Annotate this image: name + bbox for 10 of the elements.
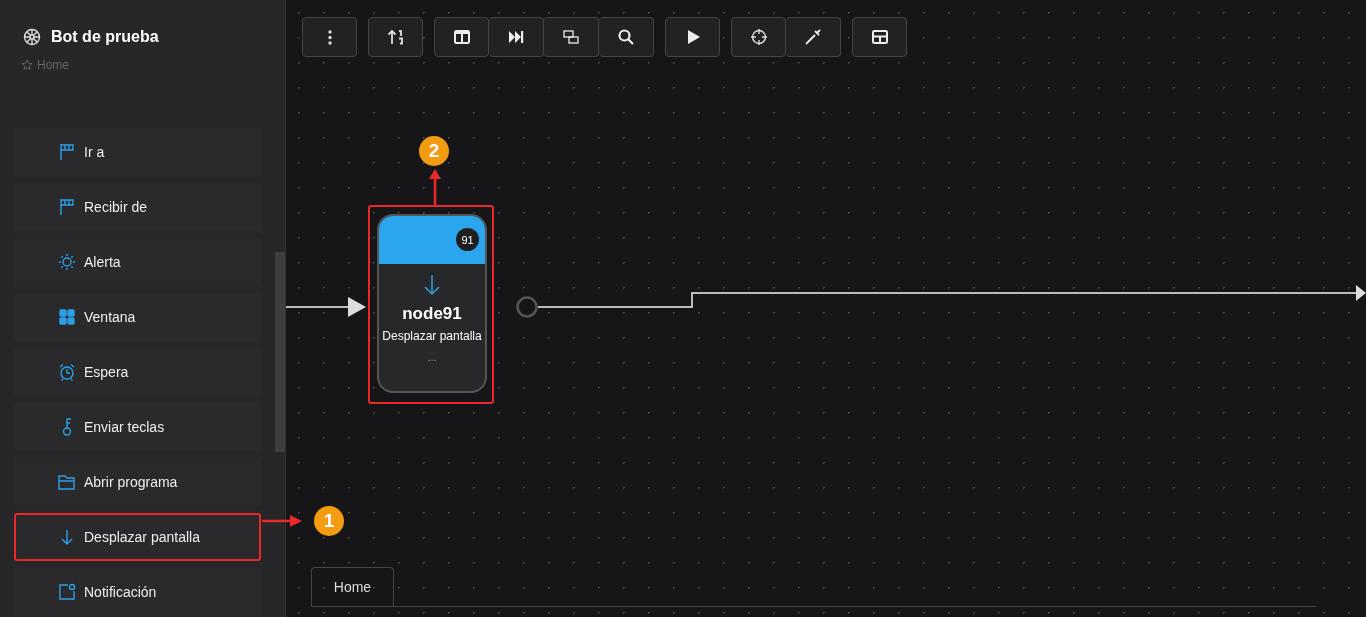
tab[interactable]: Home (311, 567, 394, 606)
node-action: Desplazar pantalla (382, 329, 482, 343)
node-name: node91 (402, 304, 462, 324)
flow-node[interactable]: 91 node91 Desplazar pantalla ... (377, 214, 487, 393)
project-title: Bot de prueba (51, 28, 159, 46)
callout-badge: 1 (314, 506, 344, 536)
callout-badge: 2 (419, 136, 449, 166)
node-ellipsis: ... (427, 351, 437, 363)
sidebar-item[interactable]: Desplazar pantalla (14, 513, 261, 561)
node-number-badge: 91 (456, 228, 479, 251)
